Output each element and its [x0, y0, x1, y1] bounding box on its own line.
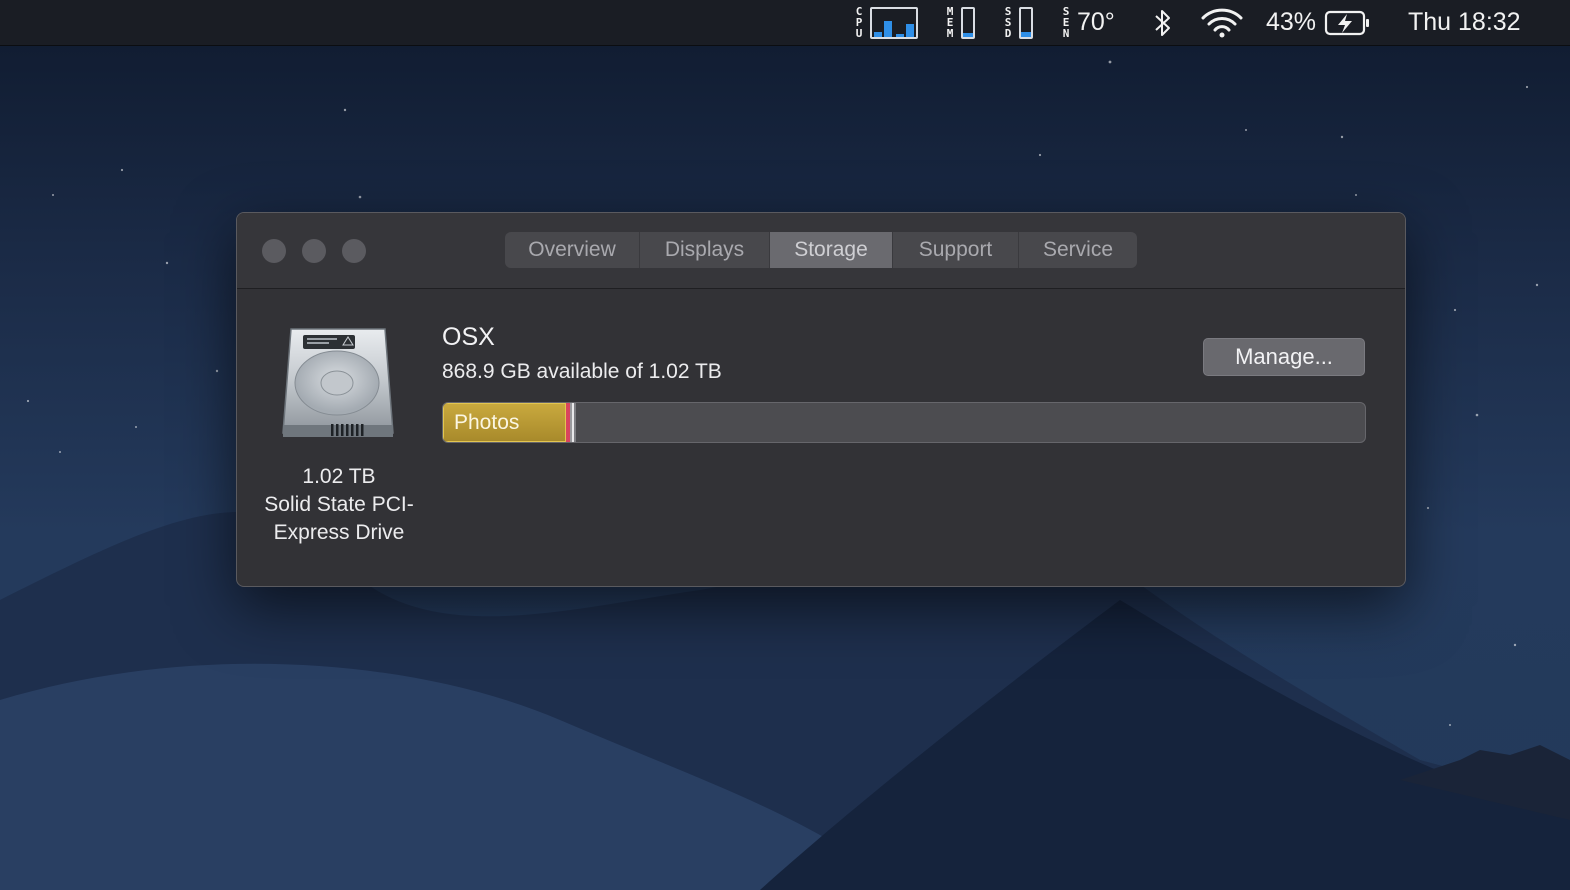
ssd-meter	[1019, 6, 1033, 39]
ssd-label: SSD	[1004, 5, 1012, 40]
tab-bar: Overview Displays Storage Support Servic…	[505, 232, 1137, 268]
ssd-monitor[interactable]: SSD	[1001, 0, 1033, 45]
about-this-mac-window: Overview Displays Storage Support Servic…	[236, 212, 1406, 587]
menu-bar: CPU MEM SSD SEN 70° 43% Thu 18:32	[0, 0, 1570, 46]
tab-overview[interactable]: Overview	[505, 232, 640, 268]
cpu-bar	[884, 21, 892, 37]
cpu-usage-graph	[870, 6, 918, 39]
battery-charging-icon	[1324, 9, 1372, 37]
memory-meter-fill	[963, 33, 973, 37]
drive-capacity: 1.02 TB	[302, 465, 376, 488]
cpu-bar	[906, 23, 914, 37]
cpu-bar	[874, 32, 882, 37]
storage-segment-photos[interactable]: Photos	[443, 403, 566, 442]
hard-drive-icon	[282, 328, 394, 437]
volume-available: 868.9 GB available of 1.02 TB	[442, 360, 722, 383]
sen-label: SEN	[1062, 5, 1070, 40]
mem-label: MEM	[946, 5, 954, 40]
tab-storage[interactable]: Storage	[770, 232, 893, 268]
tab-support[interactable]: Support	[893, 232, 1019, 268]
drive-type-line1: Solid State PCI-	[264, 493, 414, 516]
cpu-label: CPU	[855, 5, 863, 40]
zoom-window-button[interactable]	[342, 239, 366, 263]
memory-monitor[interactable]: MEM	[943, 0, 975, 45]
drive-type-line2: Express Drive	[273, 521, 405, 544]
drive-caption: 1.02 TB Solid State PCI- Express Drive	[249, 463, 429, 547]
window-titlebar[interactable]: Overview Displays Storage Support Servic…	[237, 213, 1405, 289]
sensor-monitor[interactable]: SEN 70°	[1059, 0, 1115, 45]
manage-button[interactable]: Manage...	[1203, 338, 1365, 376]
storage-segment[interactable]	[573, 403, 576, 442]
tab-displays[interactable]: Displays	[640, 232, 770, 268]
wifi-icon[interactable]	[1200, 0, 1244, 45]
cpu-bar	[896, 33, 904, 37]
temperature-readout: 70°	[1077, 8, 1115, 36]
volume-name: OSX	[442, 323, 495, 351]
memory-meter	[961, 6, 975, 39]
battery-status[interactable]: 43%	[1266, 0, 1372, 45]
bluetooth-icon[interactable]	[1150, 0, 1176, 45]
menu-clock[interactable]: Thu 18:32	[1408, 0, 1521, 45]
close-window-button[interactable]	[262, 239, 286, 263]
ssd-meter-fill	[1021, 32, 1031, 37]
battery-percent: 43%	[1266, 8, 1317, 36]
minimize-window-button[interactable]	[302, 239, 326, 263]
cpu-monitor[interactable]: CPU	[852, 0, 918, 45]
tab-service[interactable]: Service	[1019, 232, 1137, 268]
storage-segment-label: Photos	[454, 410, 520, 434]
storage-usage-bar[interactable]: Photos	[442, 402, 1366, 443]
